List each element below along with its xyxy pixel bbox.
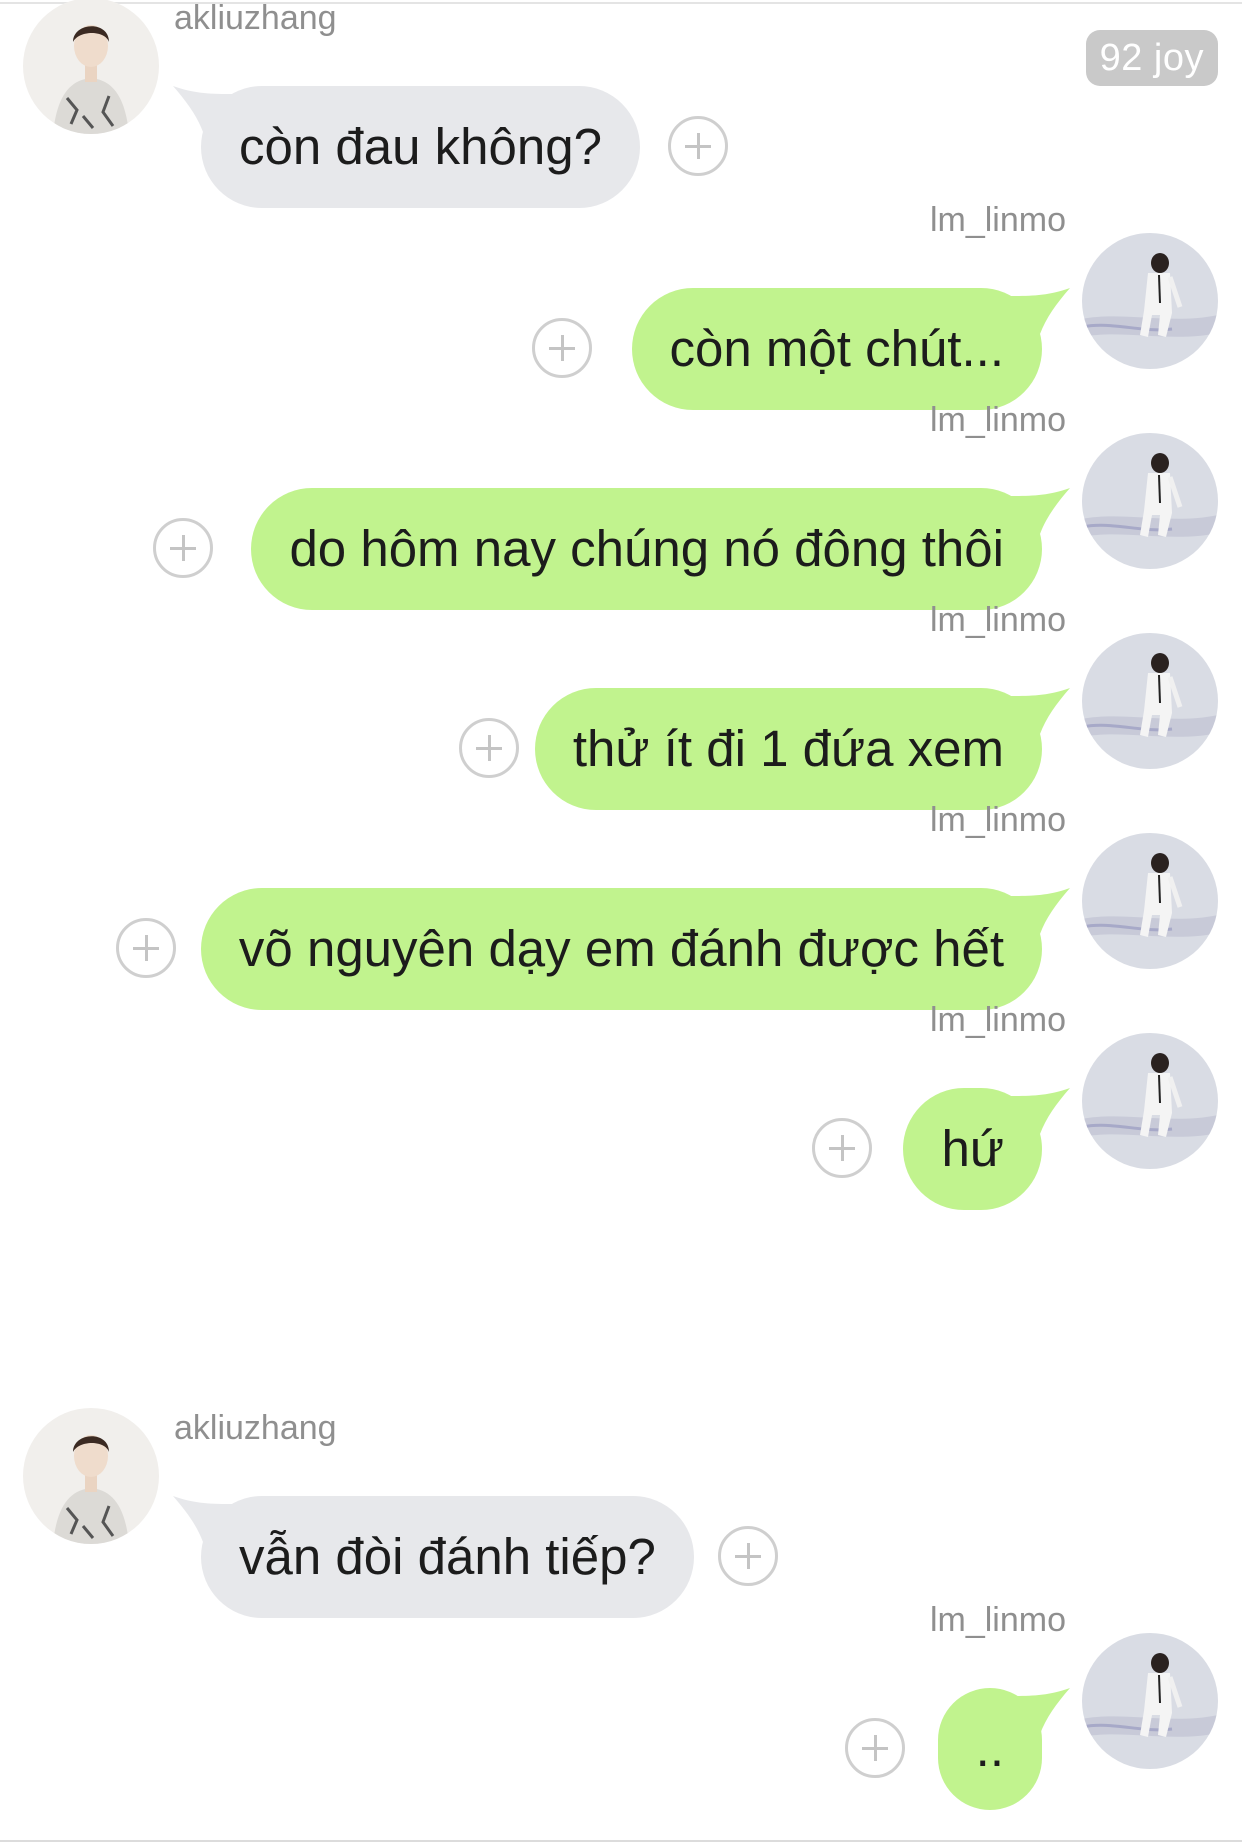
bubble-tail-icon: [1010, 488, 1070, 534]
plus-circle-icon[interactable]: [116, 918, 176, 978]
plus-circle-icon[interactable]: [668, 116, 728, 176]
bubble-tail-icon: [173, 86, 233, 132]
message-text: do hôm nay chúng nó đông thôi: [289, 520, 1004, 577]
bubble-tail-icon: [1010, 288, 1070, 334]
message-text: hứ: [941, 1120, 1004, 1177]
chat-bubble-incoming[interactable]: còn đau không?: [173, 86, 640, 208]
avatar-lm-linmo[interactable]: [1082, 633, 1218, 769]
avatar-lm-linmo[interactable]: [1082, 1033, 1218, 1169]
sender-name: akliuzhang: [174, 1409, 337, 1447]
message-text: còn đau không?: [239, 118, 602, 175]
message-row: akliuzhang còn đau không?: [0, 0, 1242, 208]
chat-bubble-outgoing[interactable]: thử ít đi 1 đứa xem: [534, 688, 1070, 810]
bubble-tail-icon: [1010, 1088, 1070, 1134]
plus-circle-icon[interactable]: [532, 318, 592, 378]
chat-bubble-outgoing[interactable]: ..: [937, 1688, 1070, 1810]
avatar-lm-linmo[interactable]: [1082, 233, 1218, 369]
plus-circle-icon[interactable]: [845, 1718, 905, 1778]
plus-circle-icon[interactable]: [459, 718, 519, 778]
message-text: còn một chút...: [669, 320, 1005, 377]
message-row: akliuzhang vẫn đòi đánh tiếp?: [0, 1408, 1242, 1618]
message-row: lm_linmo thử ít đi 1 đứa xem: [0, 600, 1242, 810]
bubble-tail-icon: [1010, 1688, 1070, 1734]
avatar-akliuzhang[interactable]: [23, 0, 159, 134]
sender-name: lm_linmo: [929, 1601, 1066, 1639]
bubble-tail-icon: [173, 1496, 233, 1542]
sender-name: lm_linmo: [929, 801, 1066, 839]
plus-circle-icon[interactable]: [718, 1526, 778, 1586]
sender-name: akliuzhang: [174, 0, 337, 37]
message-text: thử ít đi 1 đứa xem: [572, 720, 1004, 777]
chat-bubble-outgoing[interactable]: còn một chút...: [631, 288, 1070, 410]
message-row: lm_linmo còn một chút...: [0, 200, 1242, 410]
message-text: vẫn đòi đánh tiếp?: [239, 1528, 656, 1585]
plus-circle-icon[interactable]: [812, 1118, 872, 1178]
sender-name: lm_linmo: [929, 401, 1066, 439]
message-row: lm_linmo võ nguyên dạy em đánh được hết: [0, 800, 1242, 1010]
bubble-tail-icon: [1010, 888, 1070, 934]
sender-name: lm_linmo: [929, 601, 1066, 639]
message-row: lm_linmo do hôm nay chúng nó đông thôi: [0, 400, 1242, 610]
avatar-lm-linmo[interactable]: [1082, 1633, 1218, 1769]
sender-name: lm_linmo: [929, 201, 1066, 239]
message-row: lm_linmo hứ: [0, 1000, 1242, 1210]
chat-bubble-outgoing[interactable]: hứ: [903, 1088, 1070, 1210]
bottom-divider: [0, 1840, 1242, 1842]
avatar-lm-linmo[interactable]: [1082, 433, 1218, 569]
message-text: võ nguyên dạy em đánh được hết: [238, 920, 1004, 977]
chat-bubble-outgoing[interactable]: do hôm nay chúng nó đông thôi: [251, 488, 1070, 610]
bubble-tail-icon: [1010, 688, 1070, 734]
chat-bubble-outgoing[interactable]: võ nguyên dạy em đánh được hết: [200, 888, 1070, 1010]
sender-name: lm_linmo: [929, 1001, 1066, 1039]
avatar-akliuzhang[interactable]: [23, 1408, 159, 1544]
message-row: lm_linmo ..: [0, 1600, 1242, 1810]
plus-circle-icon[interactable]: [153, 518, 213, 578]
avatar-lm-linmo[interactable]: [1082, 833, 1218, 969]
message-text: ..: [975, 1720, 1004, 1777]
